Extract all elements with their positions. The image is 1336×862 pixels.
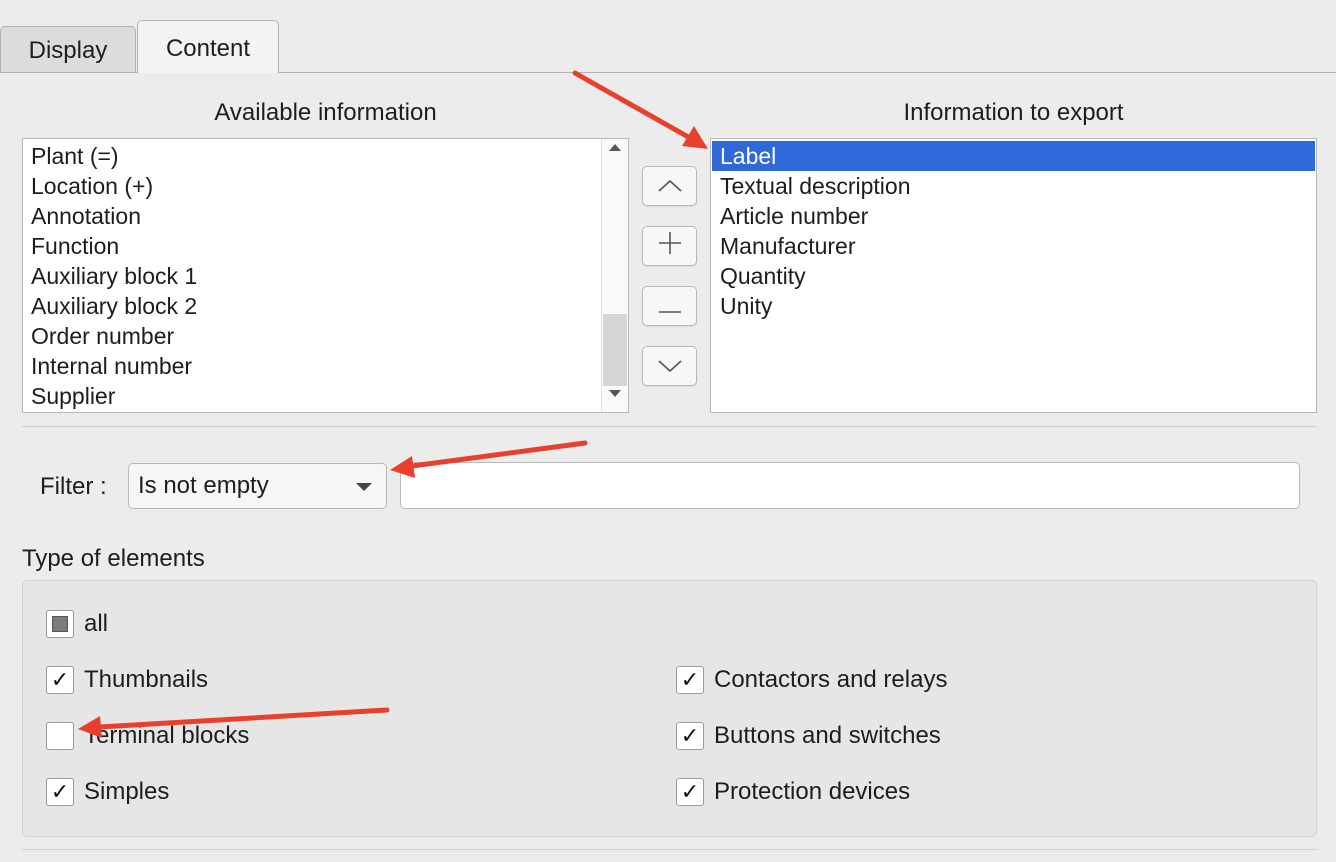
vertical-scrollbar[interactable] bbox=[601, 139, 628, 412]
checkbox-unchecked-icon[interactable] bbox=[46, 722, 74, 750]
checkmark-icon[interactable]: ✓ bbox=[676, 722, 704, 750]
tab-display[interactable]: Display bbox=[0, 26, 136, 73]
tab-content[interactable]: Content bbox=[137, 20, 279, 73]
checkbox-simples[interactable]: ✓ Simples bbox=[46, 778, 169, 806]
information-to-export-heading: Information to export bbox=[903, 99, 1124, 126]
chevron-up-icon bbox=[657, 173, 683, 200]
checkbox-label: Buttons and switches bbox=[714, 722, 941, 749]
list-item[interactable]: Order number bbox=[23, 321, 628, 351]
available-information-list[interactable]: Plant (=) Location (+) Annotation Functi… bbox=[22, 138, 629, 413]
list-item[interactable]: Article number bbox=[712, 201, 1315, 231]
tab-bar: Display Content bbox=[0, 0, 1336, 73]
list-item-selected[interactable]: Label bbox=[712, 141, 1315, 171]
add-button[interactable] bbox=[642, 226, 697, 266]
checkbox-label: Simples bbox=[84, 778, 170, 805]
scroll-up-arrow-icon[interactable] bbox=[602, 141, 628, 163]
checkbox-contactors-and-relays[interactable]: ✓ Contactors and relays bbox=[676, 666, 947, 694]
list-item[interactable]: Plant (=) bbox=[23, 141, 628, 171]
list-item[interactable]: Unity bbox=[712, 291, 1315, 321]
checkmark-icon[interactable]: ✓ bbox=[46, 666, 74, 694]
filter-value-input[interactable] bbox=[400, 462, 1300, 509]
checkbox-buttons-and-switches[interactable]: ✓ Buttons and switches bbox=[676, 722, 941, 750]
list-item[interactable]: Auxiliary block 2 bbox=[23, 291, 628, 321]
list-item[interactable]: Textual description bbox=[712, 171, 1315, 201]
checkbox-label: all bbox=[84, 610, 109, 637]
list-item[interactable]: Supplier bbox=[23, 381, 628, 411]
checkbox-protection-devices[interactable]: ✓ Protection devices bbox=[676, 778, 910, 806]
section-divider bbox=[22, 849, 1317, 850]
checkbox-label: Thumbnails bbox=[84, 666, 209, 693]
filter-condition-value: Is not empty bbox=[138, 472, 269, 499]
list-item[interactable]: Function bbox=[23, 231, 628, 261]
type-of-elements-group: all ✓ Thumbnails Terminal blocks ✓ Simpl… bbox=[22, 580, 1317, 837]
list-item[interactable]: Location (+) bbox=[23, 171, 628, 201]
section-divider bbox=[22, 426, 1317, 427]
checkbox-partial-icon[interactable] bbox=[46, 610, 74, 638]
available-information-heading: Available information bbox=[214, 99, 437, 126]
content-panel: Available information Information to exp… bbox=[0, 73, 1336, 862]
minus-icon bbox=[658, 293, 682, 320]
chevron-down-icon bbox=[657, 353, 683, 380]
information-to-export-list[interactable]: Label Textual description Article number… bbox=[710, 138, 1317, 413]
checkmark-icon[interactable]: ✓ bbox=[676, 666, 704, 694]
checkmark-icon[interactable]: ✓ bbox=[676, 778, 704, 806]
scrollbar-thumb[interactable] bbox=[603, 314, 627, 386]
list-item[interactable]: Manufacturer bbox=[712, 231, 1315, 261]
checkbox-label: Terminal blocks bbox=[84, 722, 250, 749]
plus-icon bbox=[658, 231, 682, 261]
filter-label: Filter : bbox=[40, 473, 107, 500]
list-item[interactable]: Annotation bbox=[23, 201, 628, 231]
checkbox-label: Contactors and relays bbox=[714, 666, 948, 693]
move-down-button[interactable] bbox=[642, 346, 697, 386]
list-item[interactable]: Internal number bbox=[23, 351, 628, 381]
remove-button[interactable] bbox=[642, 286, 697, 326]
dropdown-caret-icon bbox=[356, 483, 372, 491]
checkbox-terminal-blocks[interactable]: Terminal blocks bbox=[46, 722, 249, 750]
checkbox-thumbnails[interactable]: ✓ Thumbnails bbox=[46, 666, 208, 694]
checkbox-label: Protection devices bbox=[714, 778, 911, 805]
move-up-button[interactable] bbox=[642, 166, 697, 206]
filter-condition-select[interactable]: Is not empty bbox=[128, 463, 387, 509]
type-of-elements-title: Type of elements bbox=[22, 545, 205, 572]
list-item[interactable]: Auxiliary block 1 bbox=[23, 261, 628, 291]
scroll-down-arrow-icon[interactable] bbox=[602, 388, 628, 410]
list-item[interactable]: Quantity bbox=[712, 261, 1315, 291]
checkmark-icon[interactable]: ✓ bbox=[46, 778, 74, 806]
checkbox-all[interactable]: all bbox=[46, 610, 108, 638]
